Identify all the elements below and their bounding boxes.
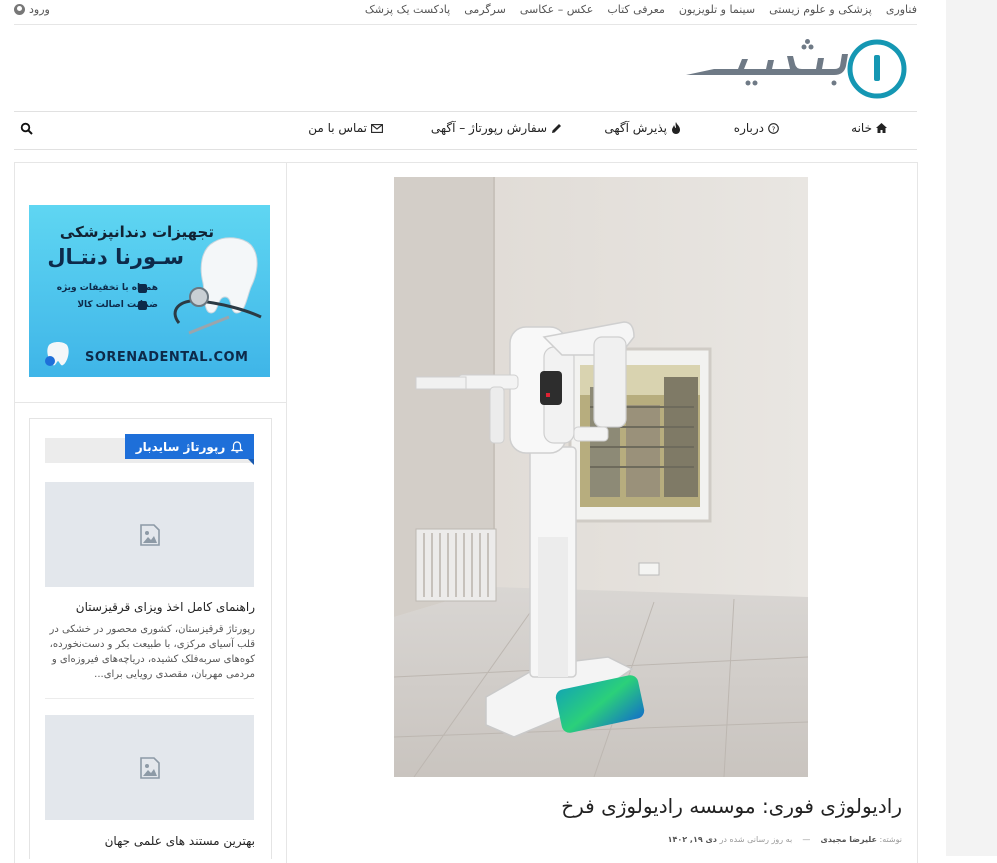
nav-contact-label: تماس با من: [308, 121, 367, 135]
page-margin: [946, 0, 997, 856]
top-nav: فناوری پزشکی و علوم زیستی سینما و تلویزی…: [365, 3, 917, 16]
nav-about-label: درباره: [733, 121, 764, 135]
top-link-entertainment[interactable]: سرگرمی: [464, 3, 506, 16]
meta-author-prefix: نوشته:: [879, 835, 902, 844]
home-icon: [876, 123, 887, 133]
login-link[interactable]: ورود: [14, 3, 50, 16]
ad-brand: سـورنا دنتـال: [47, 245, 184, 269]
nav-report[interactable]: سفارش رپورتاژ – آگهی: [431, 121, 562, 135]
ad-banner[interactable]: تجهیزات دندانپزشکی سـورنا دنتـال همراه ب…: [29, 205, 270, 377]
search-icon[interactable]: [20, 122, 34, 136]
top-link-cinema[interactable]: سینما و تلویزیون: [679, 3, 755, 16]
top-link-photography[interactable]: عکس – عکاسی: [520, 3, 594, 16]
question-icon: ?: [768, 122, 779, 134]
widget-title-tail: [248, 459, 254, 465]
site-logo[interactable]: [684, 38, 910, 100]
top-link-technology[interactable]: فناوری: [886, 3, 917, 16]
main-nav: خانه ? درباره پذیرش آگهی سفارش رپورتاژ –…: [14, 111, 917, 150]
nav-about[interactable]: ? درباره: [734, 121, 779, 135]
bell-icon: [231, 440, 244, 453]
meta-date-prefix: به روز رسانی شده در: [719, 835, 793, 844]
top-link-medicine[interactable]: پزشکی و علوم زیستی: [769, 3, 872, 16]
login-label: ورود: [29, 3, 50, 16]
user-icon: [14, 4, 25, 15]
post-thumbnail[interactable]: [45, 715, 254, 820]
widget-title: رپورتاژ سایدبار: [125, 434, 254, 459]
fire-icon: [672, 122, 680, 134]
meta-dash: —: [802, 835, 811, 844]
post-thumbnail[interactable]: [45, 482, 254, 587]
svg-text:?: ?: [772, 125, 776, 133]
pencil-icon: [552, 123, 561, 133]
divider: [45, 698, 254, 699]
article-featured-image[interactable]: [393, 177, 809, 778]
tooth-icon: [138, 284, 147, 293]
post-title[interactable]: راهنمای کامل اخذ ویزای قرقیزستان: [45, 600, 255, 614]
post-excerpt: رپورتاژ قرقیزستان، کشوری محصور در خشکی د…: [49, 624, 255, 680]
widget-title-label: رپورتاژ سایدبار: [135, 439, 226, 454]
nav-ads[interactable]: پذیرش آگهی: [604, 121, 681, 135]
ad-domain: SORENADENTAL.COM: [85, 350, 249, 365]
nav-ads-label: پذیرش آگهی: [604, 121, 667, 135]
nav-home-label: خانه: [851, 121, 872, 135]
ad-title: تجهیزات دندانپزشکی: [59, 223, 214, 241]
nav-contact[interactable]: تماس با من: [308, 121, 383, 135]
top-link-podcast[interactable]: پادکست یک پزشک: [365, 3, 450, 16]
nav-report-label: سفارش رپورتاژ – آگهی: [430, 121, 547, 135]
top-bar: فناوری پزشکی و علوم زیستی سینما و تلویزی…: [14, 0, 917, 25]
post-title[interactable]: بهترین مستند های علمی جهان: [45, 834, 255, 848]
article-meta: نوشته: علیرضا مجیدی — به روز رسانی شده د…: [600, 835, 902, 844]
top-link-books[interactable]: معرفی کتاب: [607, 3, 664, 16]
nav-home[interactable]: خانه: [851, 121, 887, 135]
envelope-icon: [371, 123, 383, 133]
image-placeholder-icon: [139, 756, 160, 779]
image-placeholder-icon: [139, 523, 160, 546]
article-title: رادیولوژی فوری: موسسه رادیولوژی فرخ: [561, 794, 902, 818]
meta-author[interactable]: علیرضا مجیدی: [821, 835, 877, 844]
meta-date: دی ۱۹, ۱۴۰۲: [667, 835, 717, 844]
tooth-icon: [138, 301, 147, 310]
